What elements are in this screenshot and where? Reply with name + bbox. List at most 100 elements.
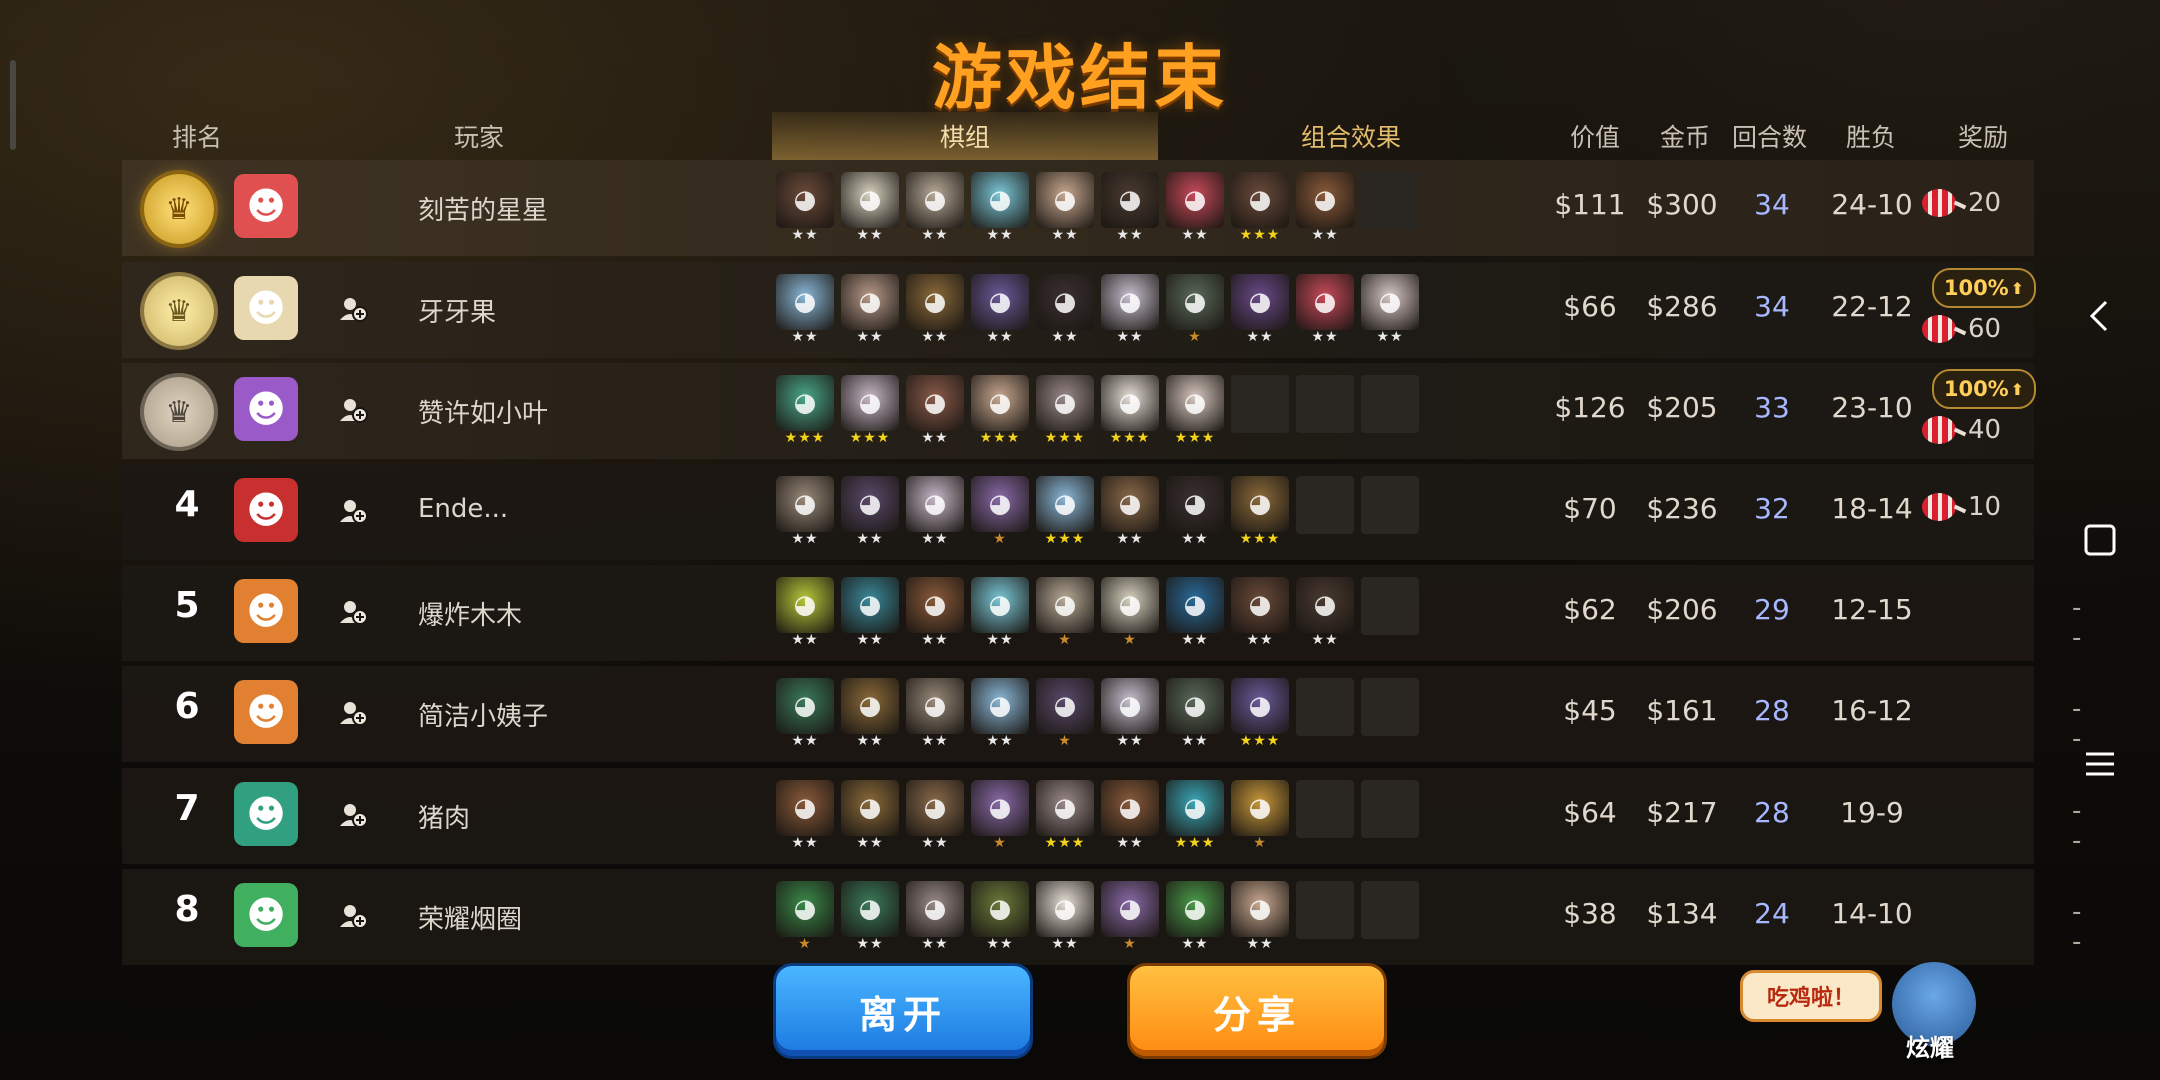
candy-icon [1922, 189, 1956, 217]
chess-piece[interactable]: ◕ ★★★ [971, 375, 1029, 447]
chess-piece[interactable]: ◕ ★★★ [1231, 678, 1289, 750]
chess-piece[interactable]: ◕ ★ [1036, 678, 1094, 750]
add-friend-icon[interactable] [338, 496, 368, 526]
gold-cell: $205 [1646, 391, 1718, 424]
table-row[interactable]: 8 ☻ 荣耀烟圈 ◕ ★ ◕ ★★ ◕ ★★ ◕ ★★ ◕ ★★ ◕ ★ ◕ ★… [122, 869, 2081, 965]
chess-piece[interactable]: ◕ ★★ [1166, 678, 1224, 750]
chess-piece[interactable]: ◕ ★★ [1231, 577, 1289, 649]
avatar[interactable]: ☻ [234, 782, 298, 846]
chess-piece[interactable]: ◕ ★★ [841, 678, 899, 750]
chess-piece[interactable]: ◕ ★★ [1361, 274, 1419, 346]
chess-piece[interactable]: ◕ ★★★ [1231, 476, 1289, 548]
chess-piece[interactable]: ◕ ★★★ [1036, 780, 1094, 852]
tab-synergy[interactable]: 组合效果 [1158, 112, 1544, 160]
table-row[interactable]: 7 ☻ 猪肉 ◕ ★★ ◕ ★★ ◕ ★★ ◕ ★ ◕ ★★★ ◕ ★★ ◕ ★… [122, 768, 2081, 864]
table-row[interactable]: 6 ☻ 简洁小姨子 ◕ ★★ ◕ ★★ ◕ ★★ ◕ ★★ ◕ ★ ◕ ★★ ◕… [122, 666, 2081, 762]
avatar[interactable]: ☻ [234, 579, 298, 643]
add-friend-icon[interactable] [338, 597, 368, 627]
share-button[interactable]: 分享 [1130, 966, 1384, 1056]
chess-piece[interactable]: ◕ ★ [971, 780, 1029, 852]
chess-piece[interactable]: ◕ ★★ [1296, 274, 1354, 346]
chess-piece[interactable]: ◕ ★★ [906, 375, 964, 447]
chess-piece[interactable]: ◕ ★★ [906, 476, 964, 548]
add-friend-icon[interactable] [338, 395, 368, 425]
chess-piece[interactable]: ◕ ★★ [1036, 881, 1094, 953]
chess-piece[interactable]: ◕ ★★★ [1101, 375, 1159, 447]
chess-piece[interactable]: ◕ ★★ [1101, 678, 1159, 750]
chess-piece[interactable]: ◕ ★★★ [841, 375, 899, 447]
chess-piece[interactable]: ◕ ★★ [906, 780, 964, 852]
avatar[interactable]: ☻ [234, 478, 298, 542]
table-row[interactable]: ♛ ☻ 赞许如小叶 ◕ ★★★ ◕ ★★★ ◕ ★★ ◕ ★★★ ◕ ★★★ ◕ … [122, 363, 2036, 459]
back-nav-icon[interactable] [2080, 296, 2120, 336]
chess-piece[interactable]: ◕ ★★ [1101, 274, 1159, 346]
chess-piece[interactable]: ◕ ★★ [776, 274, 834, 346]
add-friend-icon[interactable] [338, 294, 368, 324]
add-friend-icon[interactable] [338, 800, 368, 830]
chess-piece[interactable]: ◕ ★★ [1231, 274, 1289, 346]
chess-piece[interactable]: ◕ ★★ [971, 274, 1029, 346]
home-nav-icon[interactable] [2080, 520, 2120, 560]
chess-piece[interactable]: ◕ ★★ [971, 678, 1029, 750]
chess-piece[interactable]: ◕ ★★ [776, 577, 834, 649]
chess-piece[interactable]: ◕ ★ [776, 881, 834, 953]
chess-piece[interactable]: ◕ ★★ [1101, 172, 1159, 244]
chess-piece[interactable]: ◕ ★ [1101, 881, 1159, 953]
chess-piece[interactable]: ◕ ★ [971, 476, 1029, 548]
chess-piece[interactable]: ◕ ★★ [1231, 881, 1289, 953]
chess-piece[interactable]: ◕ ★★ [841, 577, 899, 649]
chess-piece[interactable]: ◕ ★★ [906, 881, 964, 953]
chess-piece[interactable]: ◕ ★★ [776, 678, 834, 750]
chess-piece[interactable]: ◕ ★★ [1166, 881, 1224, 953]
chess-piece[interactable]: ◕ ★★ [1296, 172, 1354, 244]
avatar[interactable]: ☻ [234, 680, 298, 744]
tab-lineup[interactable]: 棋组 [772, 112, 1158, 162]
chess-piece[interactable]: ◕ ★ [1036, 577, 1094, 649]
avatar[interactable]: ☻ [234, 377, 298, 441]
chess-piece[interactable]: ◕ ★★ [971, 577, 1029, 649]
chess-piece[interactable]: ◕ ★★★ [776, 375, 834, 447]
show-off-label[interactable]: 炫耀 [1906, 1028, 1954, 1063]
chess-piece[interactable]: ◕ ★★ [1166, 172, 1224, 244]
chess-piece[interactable]: ◕ ★★ [776, 172, 834, 244]
chess-piece[interactable]: ◕ ★★ [971, 172, 1029, 244]
chess-piece[interactable]: ◕ ★★ [841, 274, 899, 346]
chess-piece[interactable]: ◕ ★★ [1036, 172, 1094, 244]
chess-piece[interactable]: ◕ ★★ [776, 780, 834, 852]
chess-piece[interactable]: ◕ ★★ [841, 881, 899, 953]
chess-piece[interactable]: ◕ ★★ [776, 476, 834, 548]
add-friend-icon[interactable] [338, 698, 368, 728]
chess-piece[interactable]: ◕ ★★ [1166, 476, 1224, 548]
chess-piece[interactable]: ◕ ★★ [906, 172, 964, 244]
chess-piece[interactable]: ◕ ★ [1101, 577, 1159, 649]
chess-piece[interactable]: ◕ ★★ [906, 577, 964, 649]
table-row[interactable]: ♛ ☻ 刻苦的星星 ◕ ★★ ◕ ★★ ◕ ★★ ◕ ★★ ◕ ★★ ◕ ★★ ◕ … [122, 160, 2034, 256]
add-friend-icon[interactable] [338, 901, 368, 931]
chess-piece[interactable]: ◕ ★★★ [1036, 476, 1094, 548]
leave-button[interactable]: 离开 [776, 966, 1030, 1056]
chess-piece[interactable]: ◕ ★★★ [1231, 172, 1289, 244]
chess-piece[interactable]: ◕ ★★ [906, 678, 964, 750]
chess-piece[interactable]: ◕ ★ [1231, 780, 1289, 852]
chess-piece[interactable]: ◕ ★★★ [1036, 375, 1094, 447]
chess-piece[interactable]: ◕ ★★★ [1166, 780, 1224, 852]
chess-piece[interactable]: ◕ ★★ [1101, 780, 1159, 852]
chess-piece[interactable]: ◕ ★★★ [1166, 375, 1224, 447]
chess-piece[interactable]: ◕ ★★ [971, 881, 1029, 953]
chess-piece[interactable]: ◕ ★★ [841, 476, 899, 548]
chess-piece[interactable]: ◕ ★ [1166, 274, 1224, 346]
table-row[interactable]: 5 ☻ 爆炸木木 ◕ ★★ ◕ ★★ ◕ ★★ ◕ ★★ ◕ ★ ◕ ★ ◕ ★… [122, 565, 2081, 661]
chess-piece[interactable]: ◕ ★★ [906, 274, 964, 346]
chess-piece[interactable]: ◕ ★★ [841, 780, 899, 852]
chess-piece[interactable]: ◕ ★★ [1296, 577, 1354, 649]
menu-nav-icon[interactable] [2080, 744, 2120, 784]
avatar[interactable]: ☻ [234, 174, 298, 238]
table-row[interactable]: 4 ☻ Ende... ◕ ★★ ◕ ★★ ◕ ★★ ◕ ★ ◕ ★★★ ◕ ★★ [122, 464, 2034, 560]
chess-piece[interactable]: ◕ ★★ [1166, 577, 1224, 649]
chess-piece[interactable]: ◕ ★★ [1036, 274, 1094, 346]
chess-piece[interactable]: ◕ ★★ [1101, 476, 1159, 548]
avatar[interactable]: ☻ [234, 883, 298, 947]
table-row[interactable]: ♛ ☻ 牙牙果 ◕ ★★ ◕ ★★ ◕ ★★ ◕ ★★ ◕ ★★ ◕ ★★ ◕ … [122, 262, 2036, 358]
chess-piece[interactable]: ◕ ★★ [841, 172, 899, 244]
avatar[interactable]: ☻ [234, 276, 298, 340]
